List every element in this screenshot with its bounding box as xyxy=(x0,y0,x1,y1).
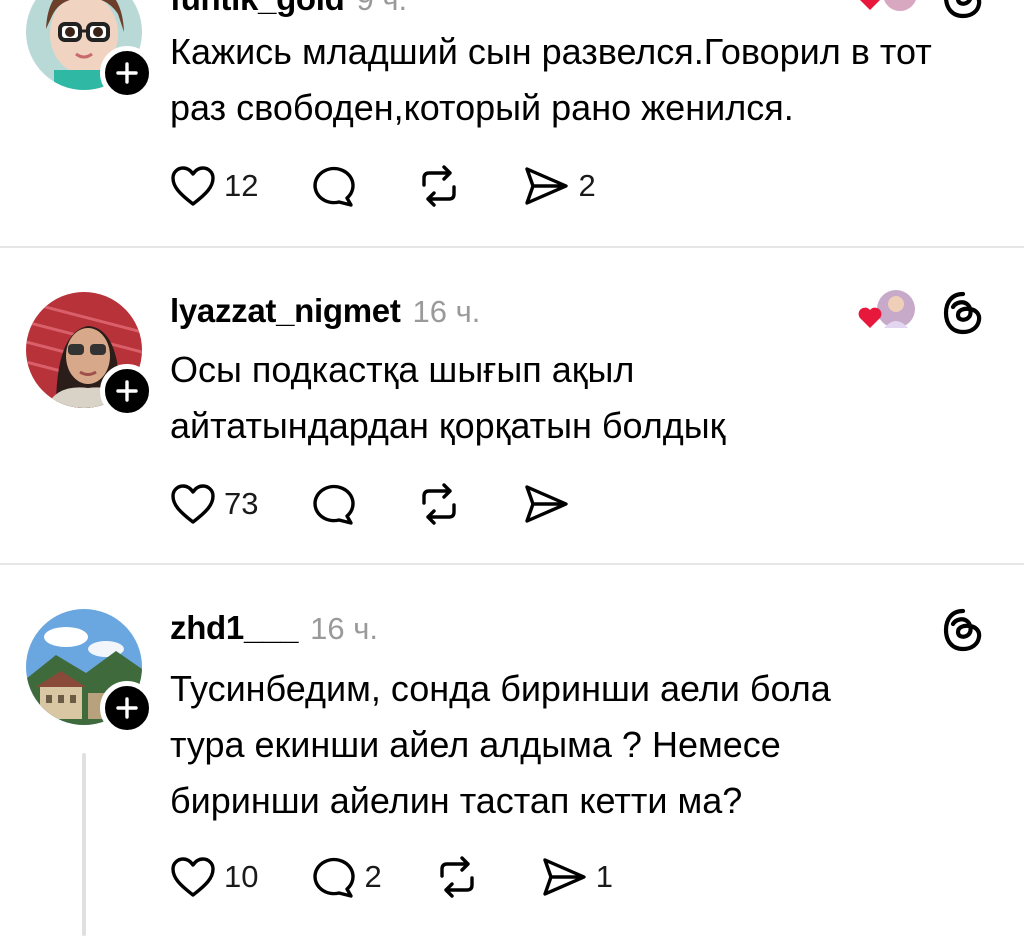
post-time: 9 ч. xyxy=(357,0,408,18)
share-count: 1 xyxy=(595,859,613,894)
post-text: Осы подкастқа шығып ақыл айтатындардан қ… xyxy=(170,349,726,446)
share-send-icon xyxy=(525,167,569,205)
like-button[interactable]: 10 xyxy=(170,856,258,898)
threads-logo-icon[interactable] xyxy=(940,607,986,653)
share-send-icon xyxy=(543,858,586,896)
plus-icon xyxy=(116,62,138,84)
follow-plus-button[interactable] xyxy=(100,681,154,735)
liked-heart-icon xyxy=(858,307,882,328)
share-count: 2 xyxy=(578,168,596,203)
share-send-icon xyxy=(525,485,569,523)
plus-icon xyxy=(116,380,138,402)
follow-plus-button[interactable] xyxy=(100,46,154,100)
plus-icon xyxy=(116,697,138,719)
comment-button[interactable] xyxy=(310,482,364,526)
share-button[interactable]: 2 xyxy=(522,165,596,207)
post-time: 16 ч. xyxy=(310,611,378,646)
repost-icon xyxy=(440,856,474,898)
username[interactable]: lyazzat_nigmet xyxy=(170,292,401,330)
heart-outline-icon xyxy=(171,484,215,524)
like-count: 10 xyxy=(224,859,259,894)
post-time: 16 ч. xyxy=(412,294,481,329)
comment-button[interactable]: 2 xyxy=(310,855,382,899)
share-button[interactable] xyxy=(522,483,578,525)
username[interactable]: funtik_gold xyxy=(170,0,345,18)
post-1: funtik_gold 9 ч. Кажись младший сын разв… xyxy=(0,0,1024,248)
like-button[interactable]: 73 xyxy=(170,483,258,525)
post-2: lyazzat_nigmet 16 ч. Осы подкастқа шығып… xyxy=(0,248,1024,564)
liked-heart-icon xyxy=(860,0,880,10)
post-text: Тусинбедим, сонда биринши аели бола тура… xyxy=(170,668,831,821)
post-text: Кажись младший сын развелся.Говорил в то… xyxy=(170,31,932,128)
follow-plus-button[interactable] xyxy=(100,364,154,418)
like-count: 73 xyxy=(224,486,259,521)
share-button[interactable]: 1 xyxy=(540,856,613,898)
comment-bubble-icon xyxy=(313,166,356,207)
like-button[interactable]: 12 xyxy=(170,165,258,207)
reactions-indicator[interactable] xyxy=(856,0,920,16)
repost-button[interactable] xyxy=(416,483,470,525)
threads-logo-icon[interactable] xyxy=(940,290,986,336)
comment-bubble-icon xyxy=(313,857,356,898)
heart-outline-icon xyxy=(171,857,215,897)
repost-icon xyxy=(422,483,457,525)
comment-count: 2 xyxy=(364,859,382,894)
repost-button[interactable] xyxy=(416,165,470,207)
reply-thread-line xyxy=(82,753,86,936)
post-3: zhd1___ 16 ч. Тусинбедим, сонда биринши … xyxy=(0,565,1024,936)
comment-button[interactable] xyxy=(310,164,364,208)
comment-bubble-icon xyxy=(313,484,356,525)
reactions-indicator[interactable] xyxy=(856,288,920,332)
username[interactable]: zhd1___ xyxy=(170,609,298,647)
like-count: 12 xyxy=(224,168,259,203)
threads-logo-icon[interactable] xyxy=(940,0,986,20)
repost-button[interactable] xyxy=(434,856,488,898)
repost-icon xyxy=(422,165,457,207)
heart-outline-icon xyxy=(171,166,215,206)
